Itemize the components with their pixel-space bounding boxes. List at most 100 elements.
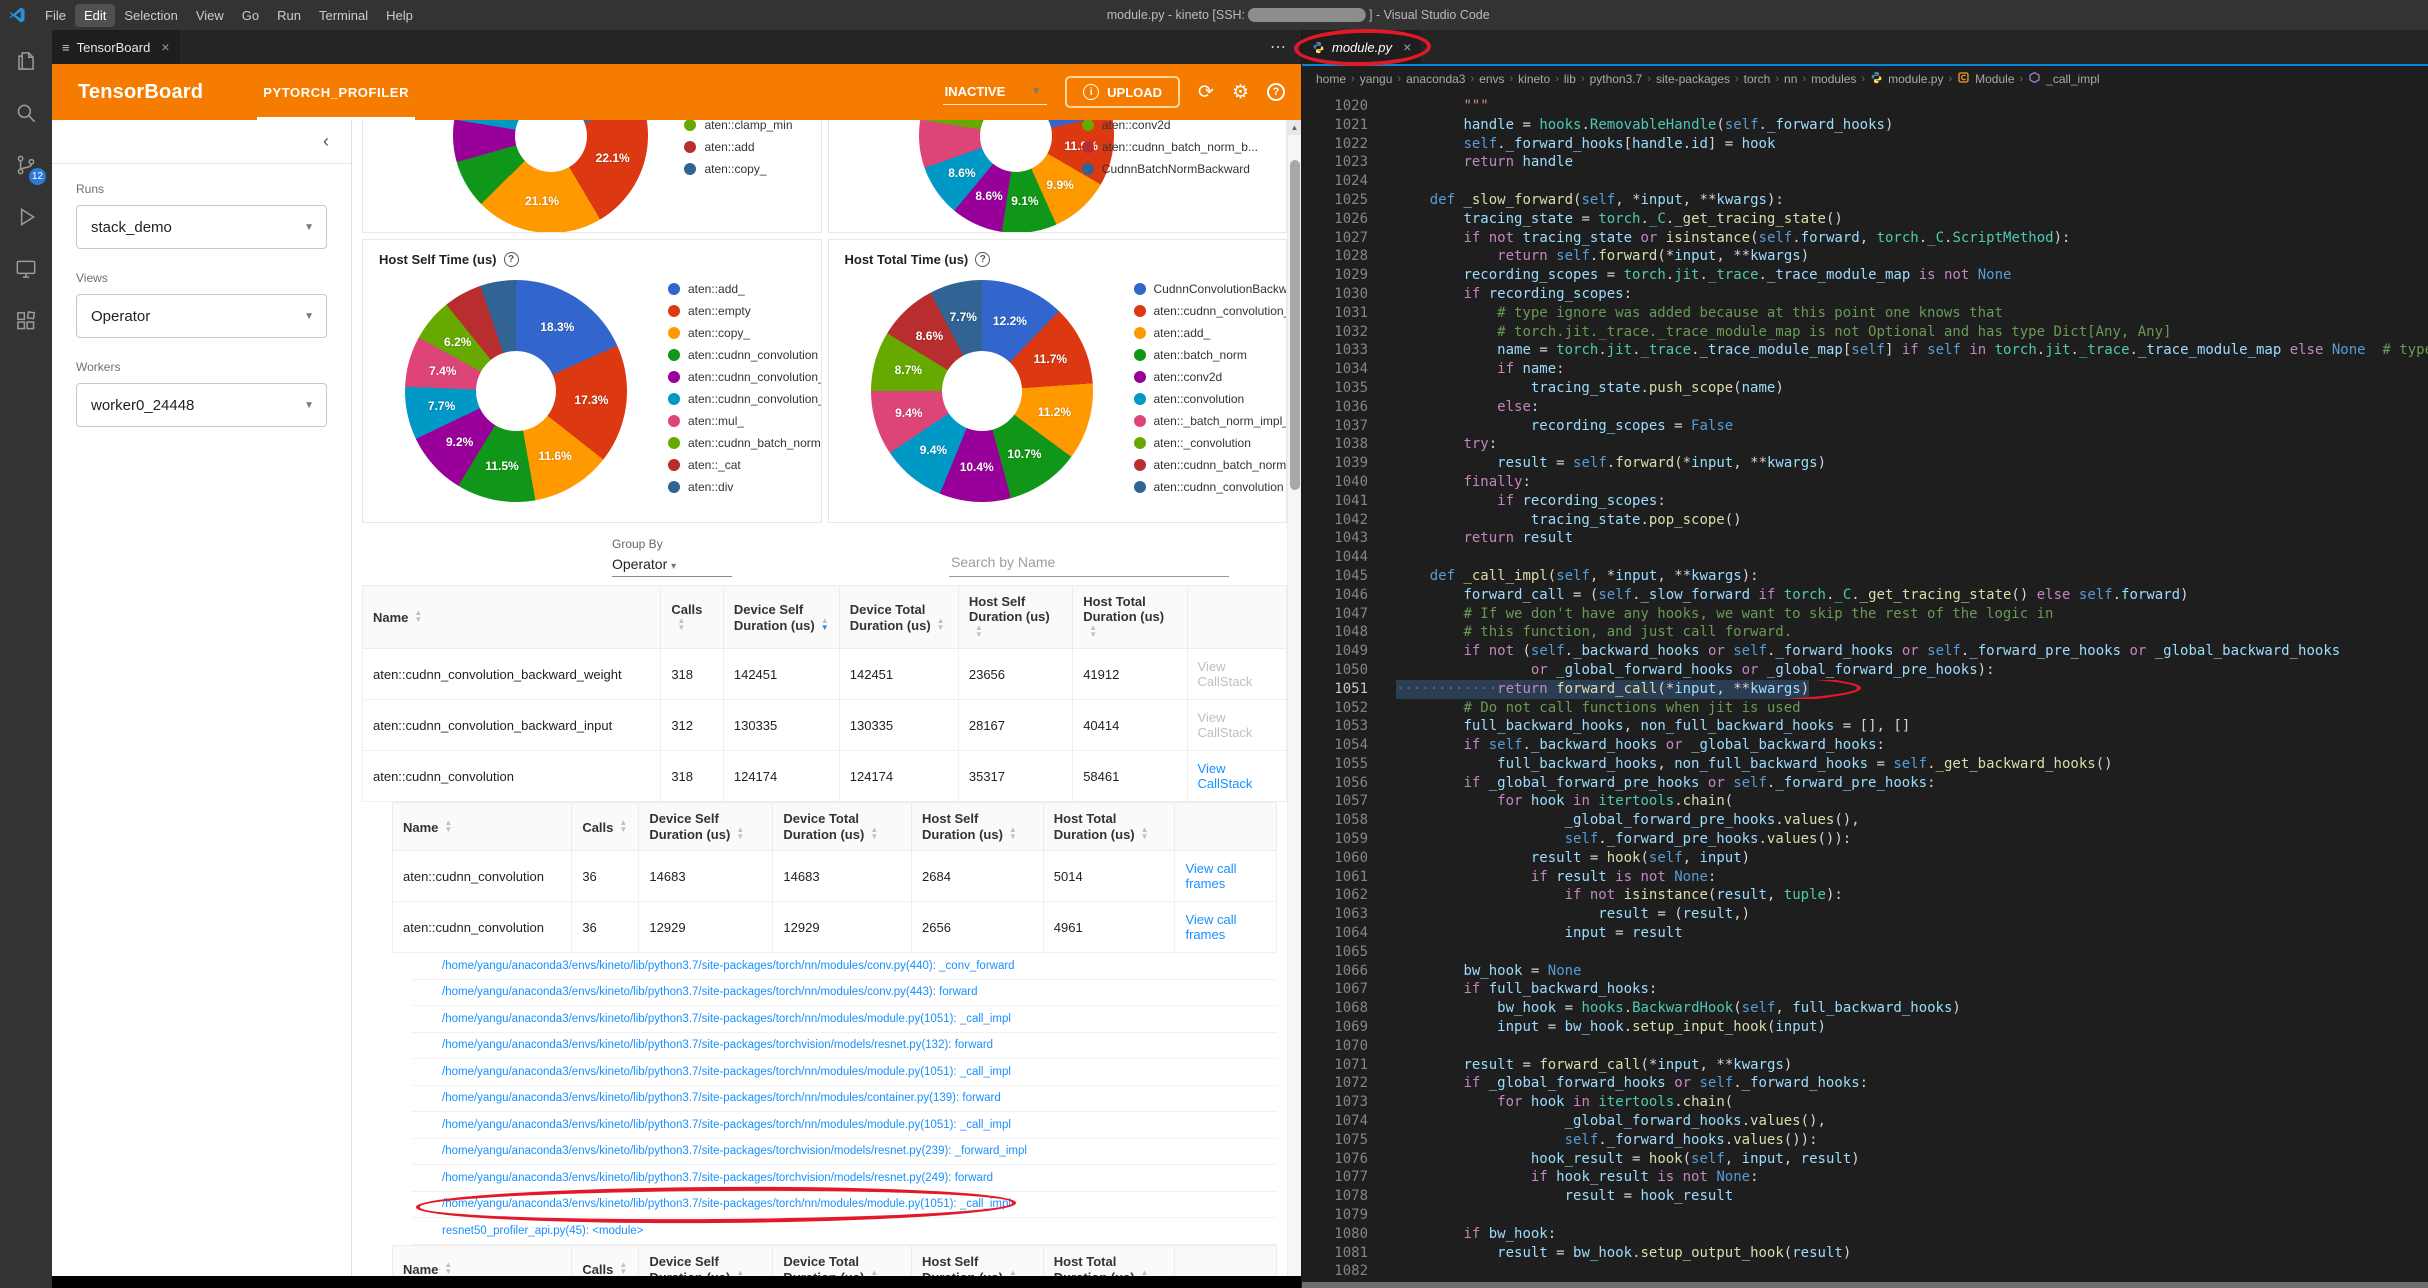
code-line[interactable]: 1068 bw_hook = hooks.BackwardHook(self, …	[1302, 999, 2428, 1018]
code-line[interactable]: 1033 name = torch.jit._trace._trace_modu…	[1302, 341, 2428, 360]
search-icon[interactable]	[2, 90, 50, 136]
code-line[interactable]: 1078 result = hook_result	[1302, 1187, 2428, 1206]
upload-button[interactable]: i UPLOAD	[1065, 76, 1181, 108]
breadcrumb-item[interactable]: yangu	[1360, 72, 1393, 86]
column-header[interactable]: Name ▲ ▼	[391, 1244, 573, 1276]
code-line[interactable]: 1057 for hook in itertools.chain(	[1302, 792, 2428, 811]
code-line[interactable]: 1023 return handle	[1302, 153, 2428, 172]
more-actions-icon[interactable]: ⋯	[1270, 30, 1287, 64]
code-line[interactable]: 1081 result = bw_hook.setup_output_hook(…	[1302, 1244, 2428, 1263]
column-header[interactable]	[1174, 802, 1277, 851]
code-line[interactable]: 1027 if not tracing_state or isinstance(…	[1302, 229, 2428, 248]
code-line[interactable]: 1053 full_backward_hooks, non_full_backw…	[1302, 717, 2428, 736]
column-header[interactable]: Device Self Duration (us)▲▼	[638, 802, 774, 851]
code-line[interactable]: 1040 finally:	[1302, 473, 2428, 492]
code-line[interactable]: 1043 return result	[1302, 529, 2428, 548]
code-line[interactable]: 1031 # type ignore was added because at …	[1302, 304, 2428, 323]
column-header[interactable]: Calls▲▼	[571, 802, 640, 851]
code-line[interactable]: 1052 # Do not call functions when jit is…	[1302, 699, 2428, 718]
code-line[interactable]: 1064 input = result	[1302, 924, 2428, 943]
breadcrumb-item[interactable]: python3.7	[1590, 72, 1643, 86]
code-line[interactable]: 1030 if recording_scopes:	[1302, 285, 2428, 304]
code-line[interactable]: 1045 def _call_impl(self, *input, **kwar…	[1302, 567, 2428, 586]
column-header[interactable]: Calls▲▼	[571, 1244, 640, 1276]
code-line[interactable]: 1075 self._forward_hooks.values()):	[1302, 1131, 2428, 1150]
menu-run[interactable]: Run	[268, 4, 310, 27]
code-line[interactable]: 1034 if name:	[1302, 360, 2428, 379]
code-line[interactable]: 1056 if _global_forward_pre_hooks or sel…	[1302, 774, 2428, 793]
code-line[interactable]: 1039 result = self.forward(*input, **kwa…	[1302, 454, 2428, 473]
code-line[interactable]: 1061 if result is not None:	[1302, 868, 2428, 887]
menu-help[interactable]: Help	[377, 4, 422, 27]
help-icon[interactable]: ?	[1267, 83, 1285, 101]
code-line[interactable]: 1065	[1302, 943, 2428, 962]
column-header[interactable]	[1186, 585, 1288, 649]
code-line[interactable]: 1041 if recording_scopes:	[1302, 492, 2428, 511]
extensions-icon[interactable]	[2, 298, 50, 344]
menu-terminal[interactable]: Terminal	[310, 4, 377, 27]
code-line[interactable]: 1028 return self.forward(*input, **kwarg…	[1302, 247, 2428, 266]
code-line[interactable]: 1070	[1302, 1037, 2428, 1056]
code-line[interactable]: 1037 recording_scopes = False	[1302, 417, 2428, 436]
close-icon[interactable]: ×	[161, 39, 169, 55]
source-control-icon[interactable]: 12	[2, 142, 50, 188]
breadcrumb[interactable]: home › yangu › anaconda3 › envs › kineto › lib › pyt…	[1302, 66, 2428, 92]
column-header[interactable]: Host Self Duration (us)▲▼	[911, 1244, 1044, 1276]
code-line[interactable]: 1072 if _global_forward_hooks or self._f…	[1302, 1074, 2428, 1093]
breadcrumb-method[interactable]: _call_impl	[2046, 72, 2099, 86]
code-line[interactable]: 1021 handle = hooks.RemovableHandle(self…	[1302, 116, 2428, 135]
column-header[interactable]: Name ▲ ▼	[391, 802, 573, 851]
call-frame-link[interactable]: /home/yangu/anaconda3/envs/kineto/lib/py…	[442, 1092, 1001, 1104]
breadcrumb-item[interactable]: modules	[1811, 72, 1856, 86]
call-frame-link[interactable]: /home/yangu/anaconda3/envs/kineto/lib/py…	[442, 1066, 1011, 1078]
tensorboard-scrollbar[interactable]: ▲	[1287, 120, 1301, 1276]
menu-view[interactable]: View	[187, 4, 233, 27]
code-area[interactable]: 1020 """ 1021 handle = hooks.RemovableHan…	[1302, 92, 2428, 1282]
menu-go[interactable]: Go	[233, 4, 268, 27]
breadcrumb-item[interactable]: lib	[1564, 72, 1576, 86]
column-header[interactable]: Host Total Duration (us)▲▼	[1072, 585, 1188, 649]
code-line[interactable]: 1082	[1302, 1262, 2428, 1281]
refresh-icon[interactable]: ⟳	[1198, 81, 1214, 104]
view-callstack-link[interactable]: View CallStack	[1198, 761, 1253, 791]
code-line[interactable]: 1046 forward_call = (self._slow_forward …	[1302, 586, 2428, 605]
view-callstack-link[interactable]: View call frames	[1185, 912, 1236, 942]
code-line[interactable]: 1076 hook_result = hook(self, input, res…	[1302, 1150, 2428, 1169]
code-line[interactable]: 1044	[1302, 548, 2428, 567]
code-line[interactable]: 1038 try:	[1302, 435, 2428, 454]
breadcrumb-item[interactable]: anaconda3	[1406, 72, 1465, 86]
column-header[interactable]: Device Total Duration (us)▲▼	[838, 585, 959, 649]
code-line[interactable]: 1055 full_backward_hooks, non_full_backw…	[1302, 755, 2428, 774]
code-line[interactable]: 1067 if full_backward_hooks:	[1302, 980, 2428, 999]
tab-tensorboard[interactable]: ≡ TensorBoard ×	[52, 30, 180, 64]
code-line[interactable]: 1073 for hook in itertools.chain(	[1302, 1093, 2428, 1112]
tab-module-py[interactable]: module.py ×	[1293, 27, 1432, 68]
code-line[interactable]: 1035 tracing_state.push_scope(name)	[1302, 379, 2428, 398]
code-line[interactable]: 1025 def _slow_forward(self, *input, **k…	[1302, 191, 2428, 210]
code-line[interactable]: 1062 if not isinstance(result, tuple):	[1302, 886, 2428, 905]
call-frame-link[interactable]: /home/yangu/anaconda3/envs/kineto/lib/py…	[442, 1039, 993, 1051]
call-frame-link[interactable]: /home/yangu/anaconda3/envs/kineto/lib/py…	[442, 1198, 1011, 1210]
code-line[interactable]: 1042 tracing_state.pop_scope()	[1302, 511, 2428, 530]
call-frame-link[interactable]: /home/yangu/anaconda3/envs/kineto/lib/py…	[442, 960, 1015, 972]
column-header[interactable]: Name ▲ ▼	[361, 585, 662, 649]
breadcrumb-item[interactable]: envs	[1479, 72, 1504, 86]
code-line[interactable]: 1036 else:	[1302, 398, 2428, 417]
code-line[interactable]: 1054 if self._backward_hooks or _global_…	[1302, 736, 2428, 755]
gear-icon[interactable]: ⚙	[1232, 81, 1249, 104]
code-line[interactable]: 1051 ············return forward_call(*inp…	[1302, 679, 2428, 699]
breadcrumb-item[interactable]: torch	[1744, 72, 1771, 86]
help-icon[interactable]: ?	[975, 252, 991, 267]
menu-edit[interactable]: Edit	[74, 3, 116, 27]
call-frame-link[interactable]: /home/yangu/anaconda3/envs/kineto/lib/py…	[442, 1013, 1011, 1025]
code-line[interactable]: 1058 _global_forward_pre_hooks.values(),	[1302, 811, 2428, 830]
code-line[interactable]: 1048 # this function, and just call forw…	[1302, 623, 2428, 642]
code-line[interactable]: 1059 self._forward_pre_hooks.values()):	[1302, 830, 2428, 849]
menu-file[interactable]: File	[36, 4, 75, 27]
scroll-up-icon[interactable]: ▲	[1288, 120, 1301, 135]
column-header[interactable]: Device Self Duration (us)▲▼	[722, 585, 840, 649]
code-line[interactable]: 1060 result = hook(self, input)	[1302, 849, 2428, 868]
breadcrumb-item[interactable]: kineto	[1518, 72, 1550, 86]
collapse-sidebar-icon[interactable]: ‹	[323, 131, 329, 152]
code-line[interactable]: 1022 self._forward_hooks[handle.id] = ho…	[1302, 135, 2428, 154]
